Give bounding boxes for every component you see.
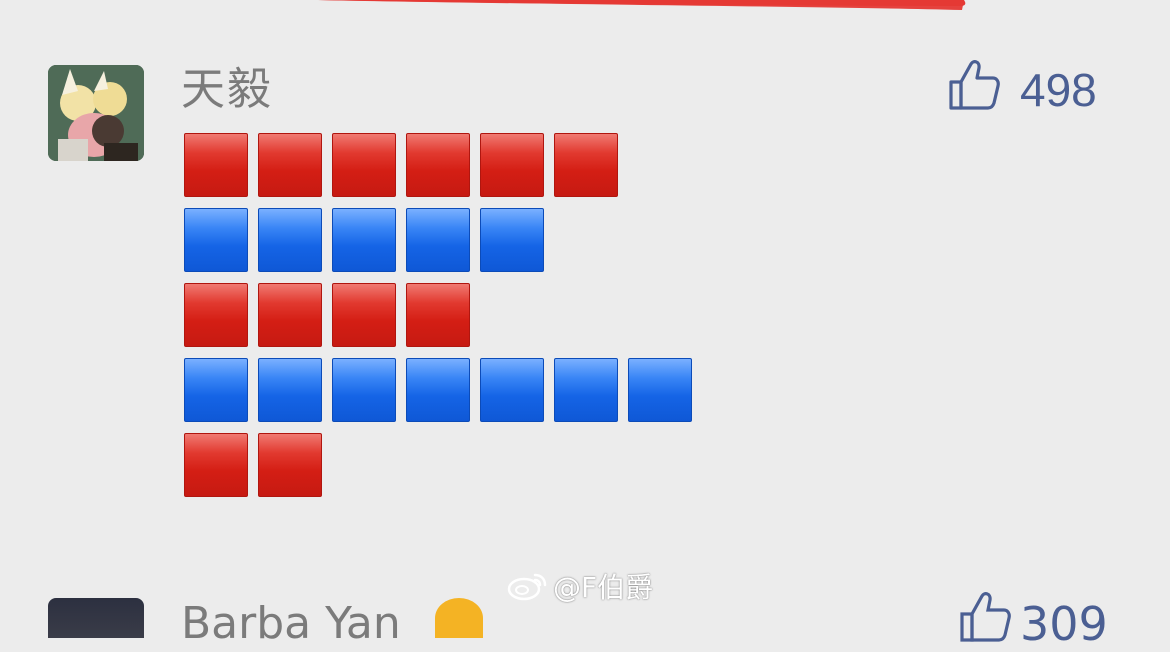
red-square-emoji — [258, 133, 322, 197]
red-square-emoji — [184, 433, 248, 497]
blue-square-emoji — [258, 208, 322, 272]
weibo-watermark: @F伯爵 — [505, 566, 653, 606]
blue-square-emoji — [554, 358, 618, 422]
blue-square-emoji — [332, 358, 396, 422]
like-count: 498 — [1020, 64, 1097, 116]
blue-square-emoji — [332, 208, 396, 272]
avatar-illustration — [48, 65, 144, 161]
watermark-text: @F伯爵 — [553, 571, 654, 604]
red-square-emoji — [332, 283, 396, 347]
blue-square-emoji — [258, 358, 322, 422]
blue-square-emoji — [628, 358, 692, 422]
weibo-logo-icon — [507, 573, 547, 601]
red-square-emoji — [332, 133, 396, 197]
red-highlight-stroke — [318, 0, 966, 10]
blue-square-emoji — [406, 208, 470, 272]
thumbs-up-icon[interactable] — [947, 58, 1001, 112]
blue-square-emoji — [184, 358, 248, 422]
next-user-avatar[interactable] — [48, 598, 144, 638]
red-square-emoji — [406, 133, 470, 197]
emoji-row — [184, 433, 702, 497]
red-square-emoji — [184, 283, 248, 347]
blue-square-emoji — [184, 208, 248, 272]
user-avatar[interactable] — [48, 65, 144, 161]
red-square-emoji — [480, 133, 544, 197]
blue-square-emoji — [480, 208, 544, 272]
emoji-square-grid — [184, 133, 702, 508]
red-square-emoji — [554, 133, 618, 197]
tiger-emoji-icon — [435, 598, 483, 638]
next-comment-username[interactable]: Barba Yan — [181, 596, 401, 652]
red-square-emoji — [258, 283, 322, 347]
next-like-count: 309 — [1020, 597, 1108, 651]
emoji-row — [184, 283, 702, 347]
thumbs-up-icon[interactable] — [958, 590, 1012, 644]
red-square-emoji — [406, 283, 470, 347]
red-square-emoji — [184, 133, 248, 197]
emoji-row — [184, 358, 702, 422]
comment-username[interactable]: 天毅 — [181, 62, 273, 118]
blue-square-emoji — [406, 358, 470, 422]
emoji-row — [184, 133, 702, 197]
emoji-row — [184, 208, 702, 272]
blue-square-emoji — [480, 358, 544, 422]
red-square-emoji — [258, 433, 322, 497]
